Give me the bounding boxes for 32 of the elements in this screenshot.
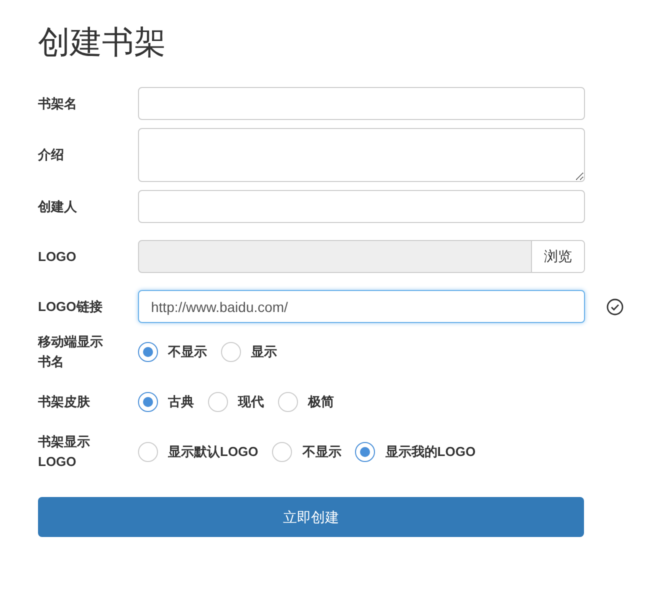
radio-label: 显示我的LOGO — [385, 443, 476, 462]
radio-label: 不显示 — [168, 343, 207, 362]
radio-label: 显示默认LOGO — [168, 443, 258, 462]
field-label: 介绍 — [38, 146, 65, 164]
radio-button[interactable] — [272, 442, 292, 462]
field-label: 书架皮肤 — [38, 393, 91, 411]
radio-button[interactable] — [355, 442, 376, 462]
radio-button[interactable] — [138, 342, 158, 362]
field-label: LOGO — [38, 248, 78, 266]
field-label: 书架名 — [38, 94, 78, 112]
radio-button[interactable] — [278, 392, 298, 412]
radio-button[interactable] — [221, 342, 241, 362]
textarea-field[interactable] — [138, 128, 585, 182]
file-field[interactable]: 浏览 — [138, 240, 585, 273]
radio-button[interactable] — [208, 392, 228, 412]
radio-button[interactable] — [138, 442, 158, 462]
field-label: LOGO链接 — [38, 298, 104, 316]
radio-label: 显示 — [251, 343, 277, 362]
browse-button[interactable]: 浏览 — [531, 241, 584, 272]
field-label: 创建人 — [38, 198, 78, 216]
radio-label: 极简 — [308, 393, 334, 412]
radio-label: 现代 — [238, 393, 264, 412]
page-title: 创建书架 — [38, 23, 167, 62]
radio-label: 古典 — [168, 393, 194, 412]
create-button[interactable]: 立即创建 — [38, 497, 584, 537]
text-field[interactable]: http://www.baidu.com/ — [138, 290, 585, 323]
radio-label: 不显示 — [302, 443, 342, 462]
text-field[interactable] — [138, 87, 585, 120]
field-label: 移动端显示书名 — [38, 333, 104, 371]
radio-button[interactable] — [138, 392, 158, 412]
field-label: 书架显示LOGO — [38, 433, 91, 471]
text-field[interactable] — [138, 190, 585, 223]
